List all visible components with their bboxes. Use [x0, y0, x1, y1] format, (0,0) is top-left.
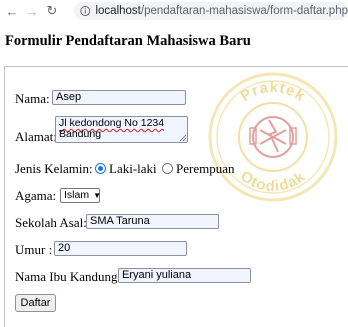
- radio-perempuan[interactable]: [162, 163, 173, 174]
- alamat-label: Alamat:: [15, 129, 57, 144]
- url-path: /pendaftaran-mahasiswa/form-daftar.php: [140, 5, 348, 17]
- back-arrow-icon[interactable]: ←: [4, 3, 20, 19]
- address-bar[interactable]: localhost/pendaftaran-mahasiswa/form-daf…: [74, 2, 348, 20]
- nama-label: Nama:: [15, 91, 50, 106]
- svg-text:Praktek: Praktek: [238, 79, 309, 105]
- page-title: Formulir Pendaftaran Mahasiswa Baru: [5, 33, 251, 49]
- alamat-textarea[interactable]: Jl kedondong No 1234 Bandung: [55, 116, 188, 143]
- nama-input[interactable]: Asep: [52, 90, 186, 105]
- sekolah-asal-input[interactable]: SMA Taruna: [86, 214, 219, 229]
- watermark-seal-logo: Praktek Otodidak: [208, 72, 338, 202]
- site-info-icon[interactable]: [80, 4, 91, 18]
- url-host: localhost: [95, 5, 141, 17]
- chevron-down-icon: ▼: [93, 191, 102, 200]
- reload-icon[interactable]: ↻: [44, 3, 60, 19]
- forward-arrow-icon[interactable]: →: [24, 3, 40, 19]
- jenis-kelamin-label: Jenis Kelamin:: [15, 161, 93, 176]
- browser-toolbar: ← → ↻ localhost/pendaftaran-mahasiswa/fo…: [0, 0, 348, 22]
- umur-input[interactable]: 20: [54, 241, 187, 256]
- agama-label: Agama:: [15, 188, 57, 203]
- sekolah-asal-label: Sekolah Asal:: [15, 215, 87, 230]
- agama-select[interactable]: Islam ▼: [60, 188, 102, 203]
- nama-ibu-label: Nama Ibu Kandung:: [15, 269, 122, 284]
- radio-laki-laki[interactable]: [95, 163, 106, 174]
- nama-ibu-input[interactable]: Eryani yuliana: [118, 268, 251, 283]
- agama-selected-value: Islam: [64, 189, 90, 201]
- radio-perempuan-label[interactable]: Perempuan: [176, 161, 234, 177]
- daftar-button[interactable]: Daftar: [15, 294, 56, 312]
- resize-grip-icon[interactable]: [180, 135, 186, 141]
- umur-label: Umur :: [15, 242, 53, 257]
- alamat-line-2: Bandung: [59, 128, 102, 140]
- radio-laki-laki-label[interactable]: Laki-laki: [109, 161, 157, 177]
